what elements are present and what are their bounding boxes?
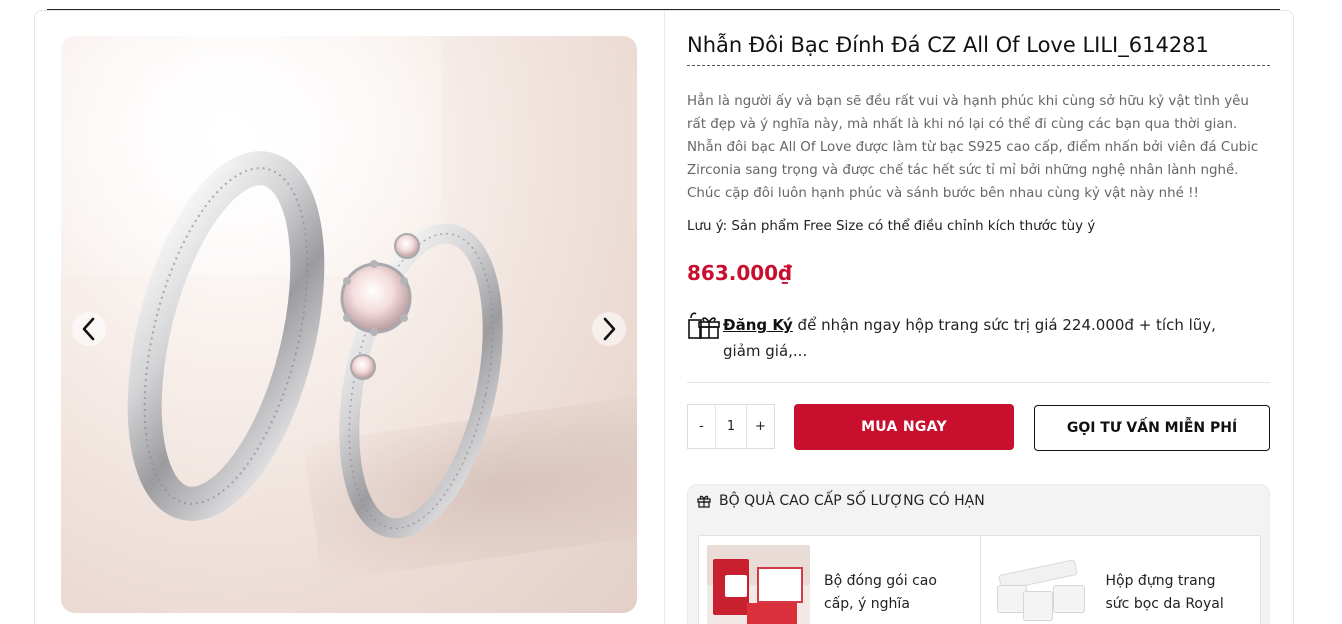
gallery-next-button[interactable] bbox=[592, 312, 626, 346]
register-link[interactable]: Đăng Ký bbox=[723, 316, 793, 334]
gift-icon bbox=[697, 495, 711, 508]
free-consult-button[interactable]: GỌI TƯ VẤN MIỄN PHÍ bbox=[1034, 405, 1270, 451]
product-title: Nhẫn Đôi Bạc Đính Đá CZ All Of Love LILI… bbox=[687, 31, 1270, 66]
size-note: Lưu ý: Sản phẩm Free Size có thể điều ch… bbox=[687, 219, 1096, 234]
gift-icon bbox=[688, 312, 720, 339]
quantity-increase-button[interactable]: + bbox=[747, 405, 774, 448]
gift-item: Hộp đựng trang sức bọc da Royal bbox=[979, 536, 1261, 624]
gift-packaging-image bbox=[707, 545, 810, 624]
chevron-left-icon bbox=[82, 317, 95, 341]
gallery-prev-button[interactable] bbox=[72, 312, 106, 346]
gift-set-heading: BỘ QUÀ CAO CẤP SỐ LƯỢNG CÓ HẠN bbox=[719, 493, 985, 509]
quantity-stepper: - 1 + bbox=[687, 404, 775, 449]
gift-item-label: Bộ đóng gói cao cấp, ý nghĩa bbox=[824, 573, 937, 612]
buy-now-button[interactable]: MUA NGAY bbox=[794, 404, 1014, 450]
quantity-decrease-button[interactable]: - bbox=[688, 405, 715, 448]
gift-jewelry-box-image bbox=[988, 545, 1092, 624]
gift-item: Bộ đóng gói cao cấp, ý nghĩa bbox=[699, 536, 980, 624]
chevron-right-icon bbox=[603, 317, 616, 341]
quantity-input[interactable]: 1 bbox=[715, 405, 747, 448]
product-image-gallery[interactable] bbox=[61, 36, 637, 613]
product-description: Hẳn là người ấy và bạn sẽ đều rất vui và… bbox=[687, 94, 1259, 201]
product-image-rings bbox=[127, 151, 503, 539]
gift-item-label: Hộp đựng trang sức bọc da Royal bbox=[1105, 573, 1224, 612]
gift-set-panel: BỘ QUÀ CAO CẤP SỐ LƯỢNG CÓ HẠN Bộ đóng g… bbox=[687, 484, 1270, 624]
product-price: 863.000₫ bbox=[687, 261, 793, 285]
promo-text: để nhận ngay hộp trang sức trị giá 224.0… bbox=[723, 316, 1216, 360]
column-divider bbox=[664, 10, 665, 624]
register-promo: Đăng Ký để nhận ngay hộp trang sức trị g… bbox=[687, 310, 1270, 364]
gift-item-list: Bộ đóng gói cao cấp, ý nghĩa Hộp đựng tr… bbox=[698, 535, 1261, 624]
section-divider bbox=[687, 382, 1270, 383]
